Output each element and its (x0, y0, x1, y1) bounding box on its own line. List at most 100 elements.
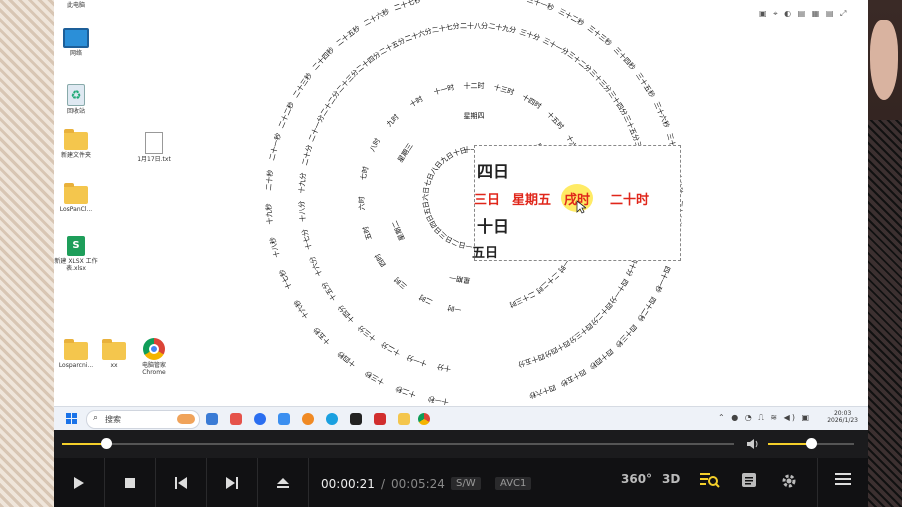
wheel-label-minutes: 二十一分 (306, 114, 326, 143)
playlist-button[interactable] (741, 472, 757, 491)
wheel-label-minutes: 三十二分 (566, 50, 594, 74)
current-weekday: 星期五 (512, 193, 552, 208)
taskbar-app-chrome[interactable] (418, 413, 430, 425)
menu-button[interactable] (835, 472, 851, 489)
wheel-label-seconds: 二十八秒 (426, 0, 455, 2)
settings-button[interactable] (780, 472, 798, 493)
total-time: 00:05:24 (391, 477, 445, 491)
seek-bar[interactable] (62, 438, 734, 449)
next-button[interactable] (207, 458, 258, 507)
wheel-label-seconds: 十七秒 (277, 268, 294, 291)
wheel-label-seconds: 十六秒 (292, 298, 311, 321)
windows-start-button[interactable] (66, 413, 78, 425)
wheel-label-minutes: 二十二分 (318, 89, 341, 117)
wheel-label-days: 五日 (422, 200, 433, 215)
scene-search-button[interactable] (700, 472, 720, 491)
wheel-label-seconds: 四十一秒 (653, 265, 672, 294)
seek-bar-handle[interactable] (100, 438, 112, 449)
taskbar-app-edge[interactable] (326, 413, 338, 425)
taskbar-app-explorer[interactable] (398, 413, 410, 425)
360-icon: 360° (621, 472, 653, 486)
background-texture (866, 120, 902, 507)
wheel-label-minutes: 二十九分 (488, 21, 517, 34)
wheel-label-minutes: 三十一分 (541, 36, 570, 57)
wheel-label-minutes: 十三分 (356, 323, 378, 343)
player-progress-area (54, 430, 868, 458)
previous-button[interactable] (156, 458, 207, 507)
wheel-label-seconds: 十九秒 (264, 203, 275, 225)
volume-icon[interactable] (746, 438, 760, 450)
settings-icon (782, 474, 796, 488)
taskbar-app-3[interactable] (254, 413, 266, 425)
decoder-badge[interactable]: S/W (451, 477, 481, 490)
volume-handle[interactable] (806, 438, 817, 449)
wheel-label-seconds: 二十四秒 (310, 45, 336, 72)
wheel-label-hours: 十三时 (493, 82, 516, 96)
play-icon (74, 476, 84, 489)
wheel-label-hours: 一时 (447, 303, 462, 314)
wheel-label-hours: 八时 (368, 137, 383, 154)
volume-fill (768, 443, 811, 445)
stop-button[interactable] (105, 458, 156, 507)
3d-button[interactable]: 3D (662, 472, 680, 486)
wheel-label-days: 六日 (421, 186, 431, 201)
play-button[interactable] (54, 458, 105, 507)
wheel-label-seconds: 十四秒 (336, 349, 358, 369)
wheel-label-seconds: 十五秒 (311, 325, 332, 347)
wheel-label-seconds: 四十六秒 (528, 383, 557, 401)
taskbar-app-4[interactable] (278, 413, 290, 425)
3d-icon: 3D (662, 472, 681, 486)
360-button[interactable]: 360° (621, 472, 652, 486)
wheel-label-seconds: 二十二秒 (276, 100, 296, 129)
stop-icon (125, 477, 135, 488)
wheel-label-seconds: 三十秒 (497, 0, 519, 1)
taskbar-clock[interactable]: 20:03 2026/1/23 (827, 410, 858, 424)
time-separator: / (381, 477, 386, 491)
search-scene-icon (700, 473, 720, 488)
taskbar-app-7[interactable] (350, 413, 362, 425)
wheel-label-seconds: 十一秒 (427, 394, 449, 407)
wheel-label-seconds: 三十三秒 (586, 23, 614, 47)
search-highlight-icon (177, 414, 195, 424)
wheel-label-seconds: 三十四秒 (612, 45, 638, 72)
seek-bar-fill (62, 443, 106, 445)
clock-date: 2026/1/23 (827, 417, 858, 424)
wheel-label-minutes: 四十二分 (589, 301, 614, 328)
wheel-label-minutes: 三十分 (518, 27, 541, 42)
wheel-label-seconds: 三十一秒 (526, 0, 555, 12)
wheel-label-minutes: 三十四分 (607, 89, 630, 117)
wheel-label-hours: 十一时 (433, 82, 456, 96)
wheel-label-minutes: 二十六分 (403, 26, 432, 44)
wheel-label-hours: 九时 (384, 112, 400, 128)
wheel-label-seconds: 三十五秒 (634, 71, 657, 99)
wheel-label-hours: 六时 (357, 196, 367, 210)
wheel-label-seconds: 十八秒 (268, 236, 282, 259)
wheel-label-seconds: 十二秒 (394, 384, 417, 399)
wheel-label-minutes: 十九分 (297, 172, 308, 194)
next-icon (226, 476, 238, 489)
wheel-label-minutes: 十分 (436, 362, 451, 373)
codec-badge[interactable]: AVC1 (495, 477, 532, 490)
volume-slider[interactable] (768, 438, 854, 449)
taskbar-app-2[interactable] (230, 413, 242, 425)
video-frame: 此电脑 网络 ♻ 回收站 新建文件夹 1月17日.txt LosPanCl...… (54, 0, 868, 430)
current-hour: 二十时 (610, 193, 650, 208)
tray-icons[interactable]: ⌃ ● ◔ ⎍ ≋ ◀) ▣ (718, 413, 811, 423)
taskbar-app-wps[interactable] (374, 413, 386, 425)
wheel-label-weekdays: 星期三 (396, 142, 414, 164)
wheel-label-seconds: 二十三秒 (291, 71, 314, 99)
taskbar-search-box[interactable]: ⌕ 搜索 (86, 410, 200, 429)
wheel-label-hours: 十四时 (520, 92, 543, 111)
taskbar-app-5[interactable] (302, 413, 314, 425)
taskbar-app-1[interactable] (206, 413, 218, 425)
current-day: 三日 (474, 193, 501, 208)
current-time: 00:00:21 (321, 477, 375, 491)
wheel-label-hours: 二十三时 (508, 289, 537, 309)
divider (817, 458, 818, 507)
wheel-label-minutes: 四十三分 (567, 321, 595, 345)
wheel-label-seconds: 四十二秒 (635, 295, 658, 323)
current-day-above: 四日 (477, 162, 510, 181)
eject-button[interactable] (258, 458, 309, 507)
mouse-cursor-icon (576, 200, 586, 214)
wheel-label-seconds: 二十秒 (264, 169, 275, 191)
